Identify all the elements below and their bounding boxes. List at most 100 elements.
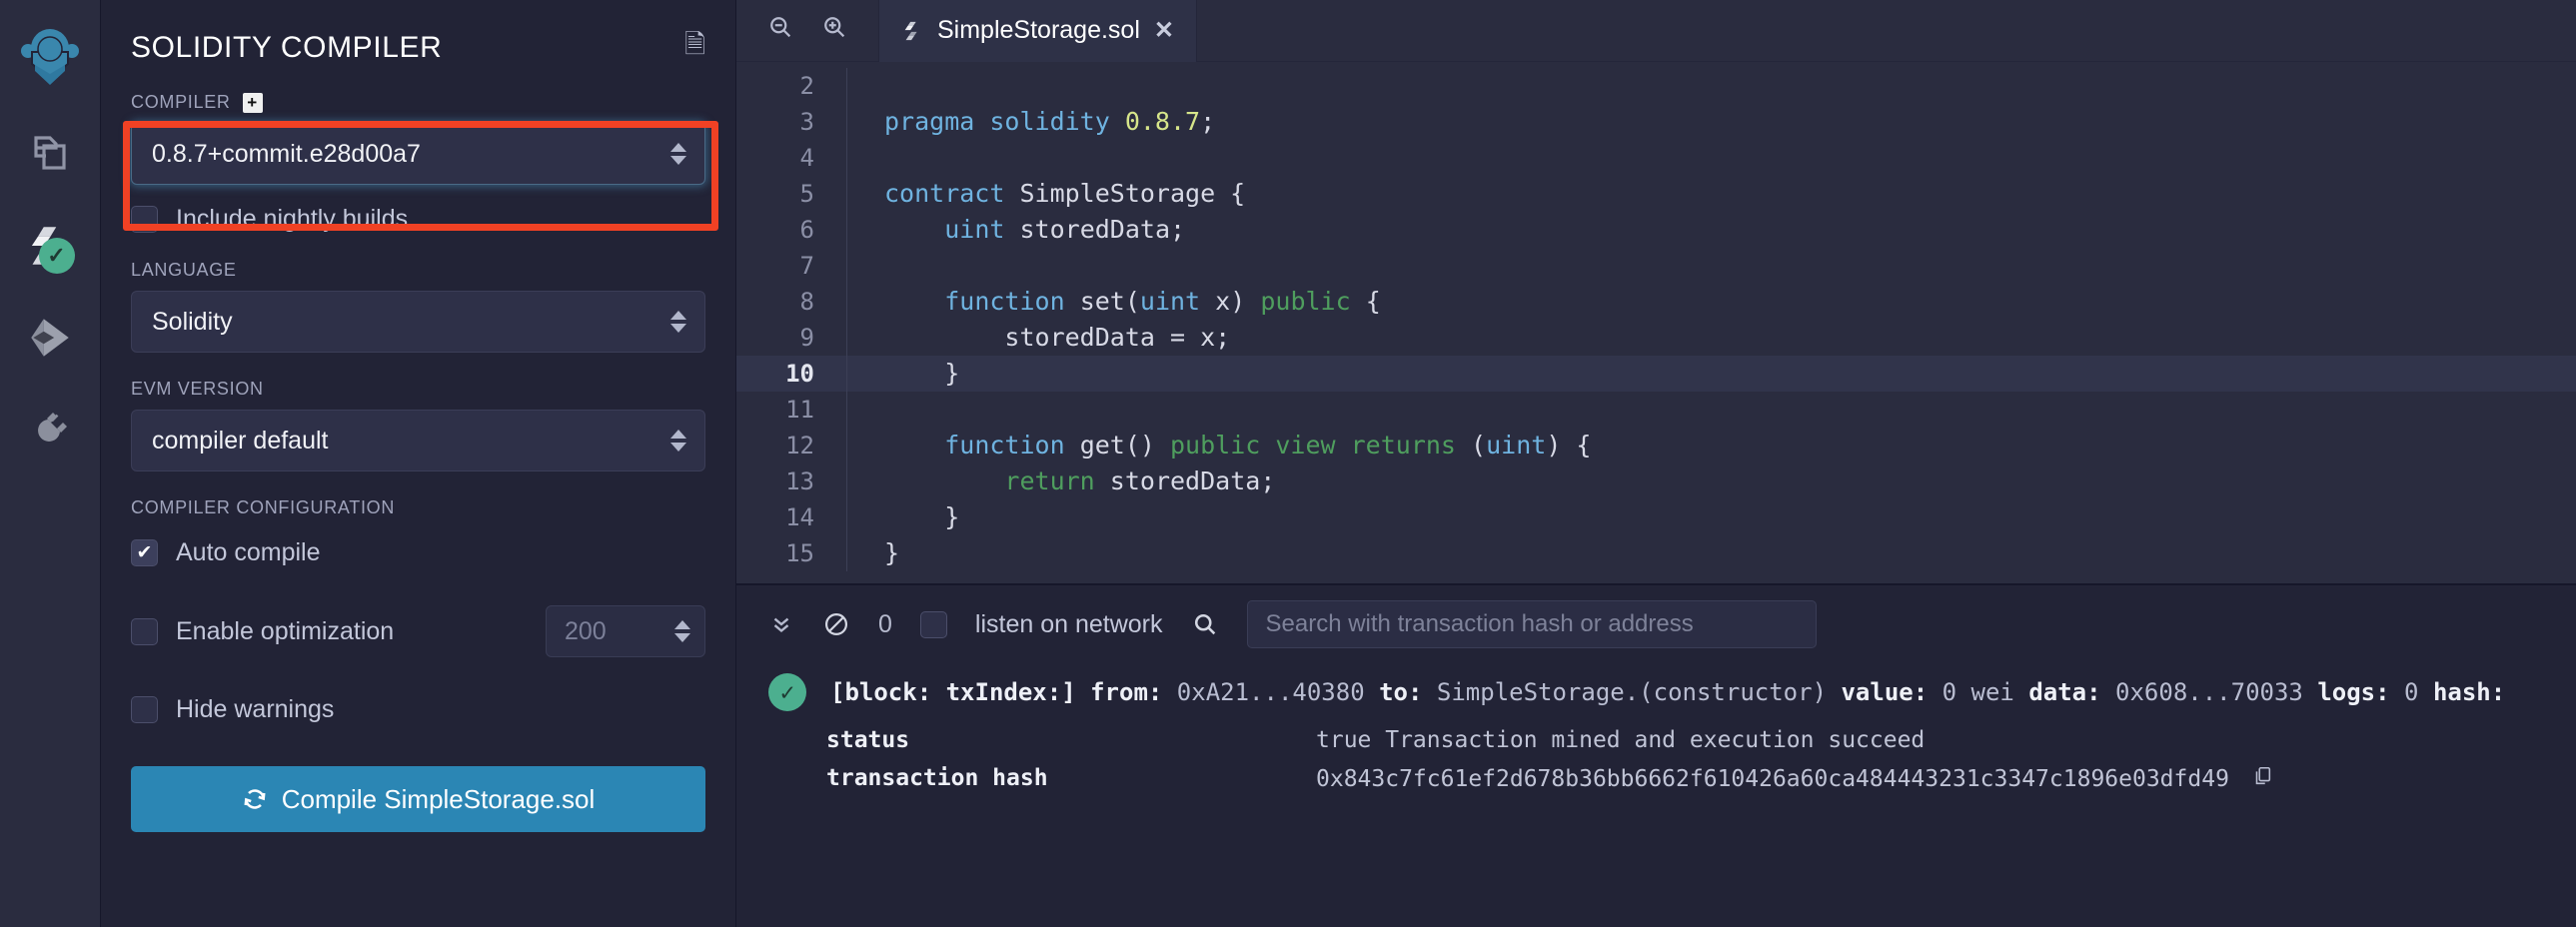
search-icon[interactable] (1191, 610, 1219, 638)
optimization-runs-value: 200 (565, 616, 607, 645)
remix-ide-window: ✓ SOLIDITY COMPILER 🗎 COMPILER + 0.8.7+c… (0, 0, 2576, 927)
indent-guide (846, 284, 884, 320)
include-nightly-row[interactable]: Include nightly builds (131, 205, 705, 234)
auto-compile-label: Auto compile (176, 538, 321, 566)
code-line[interactable]: 11 (736, 392, 2576, 428)
compiler-label-text: COMPILER (131, 92, 231, 112)
code-line[interactable]: 10 } (736, 356, 2576, 392)
line-number: 6 (799, 216, 814, 244)
include-nightly-checkbox[interactable] (131, 206, 158, 233)
transaction-detail-row: transaction hash 0x843c7fc61ef2d678b36bb6… (736, 759, 2576, 799)
indent-guide (846, 104, 884, 140)
sidebar-item-deploy-run[interactable] (0, 292, 101, 384)
terminal-output: ✓ [block: txIndex:] from: 0xA21...40380 … (736, 663, 2576, 927)
code-line[interactable]: 15} (736, 535, 2576, 571)
code-text: pragma solidity 0.8.7; (884, 107, 1216, 136)
enable-optimization-checkbox[interactable] (131, 617, 158, 645)
code-text: } (884, 538, 900, 567)
line-number: 13 (785, 467, 814, 495)
line-number: 2 (799, 72, 814, 100)
document-icon[interactable]: 🗎 (684, 26, 705, 70)
code-line[interactable]: 3 pragma solidity 0.8.7; (736, 104, 2576, 140)
close-icon[interactable]: ✕ (1154, 16, 1174, 45)
indent-guide (846, 176, 884, 212)
code-line[interactable]: 13 return storedData; (736, 464, 2576, 499)
panel-body: COMPILER + 0.8.7+commit.e28d00a7 Include… (101, 92, 735, 832)
code-line[interactable]: 6 uint storedData; (736, 212, 2576, 248)
code-line[interactable]: 7 (736, 248, 2576, 284)
compiler-configuration-label: COMPILER CONFIGURATION (131, 497, 396, 517)
compile-button-label: Compile SimpleStorage.sol (281, 783, 596, 814)
sidebar-item-plugin-manager[interactable] (0, 384, 101, 475)
terminal-toolbar: 0 listen on network Search with transact… (736, 585, 2576, 663)
auto-compile-row[interactable]: ✔ Auto compile (131, 538, 705, 567)
sidebar-item-file-explorer[interactable] (0, 108, 101, 200)
refresh-icon (244, 789, 266, 809)
line-number: 12 (785, 432, 814, 460)
enable-optimization-row[interactable]: Enable optimization 200 (131, 605, 705, 657)
listen-on-network-checkbox[interactable] (919, 610, 947, 638)
sidebar-item-solidity-compiler[interactable]: ✓ (0, 200, 101, 292)
icon-sidebar: ✓ (0, 0, 101, 927)
optimization-runs-stepper[interactable]: 200 (546, 605, 705, 657)
panel-header: SOLIDITY COMPILER 🗎 (101, 0, 735, 92)
chevron-updown-icon (670, 143, 686, 165)
remix-logo[interactable] (0, 8, 101, 108)
language-select[interactable]: Solidity (131, 291, 705, 353)
code-line[interactable]: 4 (736, 140, 2576, 176)
transaction-detail-rows: status true Transaction mined and executi… (736, 721, 2576, 799)
line-number: 10 (785, 360, 814, 388)
copy-icon[interactable] (2251, 765, 2273, 793)
transaction-header-row[interactable]: ✓ [block: txIndex:] from: 0xA21...40380 … (736, 663, 2576, 721)
page-title: SOLIDITY COMPILER (131, 31, 443, 64)
compile-button[interactable]: Compile SimpleStorage.sol (131, 766, 705, 832)
code-line[interactable]: 12 function get() public view returns (u… (736, 428, 2576, 464)
auto-compile-checkbox[interactable]: ✔ (131, 539, 158, 566)
indent-guide (846, 499, 884, 535)
detail-key: transaction hash (826, 765, 1048, 791)
workspace: SimpleStorage.sol ✕ 2 3 pragma solidity 0.… (736, 0, 2576, 927)
line-number: 4 (799, 144, 814, 172)
language-label: LANGUAGE (131, 260, 237, 280)
code-line[interactable]: 14 } (736, 499, 2576, 535)
hide-warnings-row[interactable]: Hide warnings (131, 695, 705, 724)
code-line[interactable]: 8 function set(uint x) public { (736, 284, 2576, 320)
detail-key: status (826, 727, 910, 753)
code-line[interactable]: 9 storedData = x; (736, 320, 2576, 356)
chevrons-down-icon[interactable] (768, 611, 794, 637)
code-editor[interactable]: 2 3 pragma solidity 0.8.7; 4 5 contract Simpl… (736, 62, 2576, 583)
indent-guide (846, 356, 884, 392)
evm-version-select[interactable]: compiler default (131, 410, 705, 471)
indent-guide (846, 320, 884, 356)
indent-guide (846, 212, 884, 248)
chevron-updown-icon (670, 430, 686, 452)
terminal-log-count: 0 (878, 609, 892, 638)
file-copy-icon (34, 136, 66, 170)
code-text: } (884, 502, 960, 531)
enable-optimization-label: Enable optimization (176, 616, 395, 645)
zoom-in-icon[interactable] (820, 13, 848, 48)
code-text: storedData = x; (884, 323, 1231, 352)
indent-guide (846, 535, 884, 571)
evm-version-value: compiler default (152, 426, 329, 455)
ethereum-icon (31, 319, 69, 357)
terminal-search-input[interactable]: Search with transaction hash or address (1246, 600, 1817, 648)
compiler-version-select[interactable]: 0.8.7+commit.e28d00a7 (131, 123, 705, 185)
compiler-configuration-group: COMPILER CONFIGURATION ✔ Auto compile En… (131, 497, 705, 724)
code-line[interactable]: 5 contract SimpleStorage { (736, 176, 2576, 212)
line-number: 9 (799, 324, 814, 352)
zoom-out-icon[interactable] (766, 13, 794, 48)
chevron-updown-icon (674, 620, 690, 642)
code-text: function set(uint x) public { (944, 287, 1381, 316)
editor-tab-simplestorage[interactable]: SimpleStorage.sol ✕ (878, 0, 1197, 62)
code-text: function get() public view returns (uint… (944, 431, 1592, 460)
code-text: contract SimpleStorage { (884, 179, 1246, 208)
code-line[interactable]: 2 (736, 68, 2576, 104)
no-entry-icon[interactable] (822, 610, 850, 638)
hide-warnings-checkbox[interactable] (131, 696, 158, 723)
listen-on-network-label: listen on network (974, 609, 1163, 638)
line-number: 3 (799, 108, 814, 136)
language-group: LANGUAGE Solidity (131, 260, 705, 353)
indent-guide (846, 248, 884, 284)
plus-box-icon[interactable]: + (242, 92, 263, 113)
